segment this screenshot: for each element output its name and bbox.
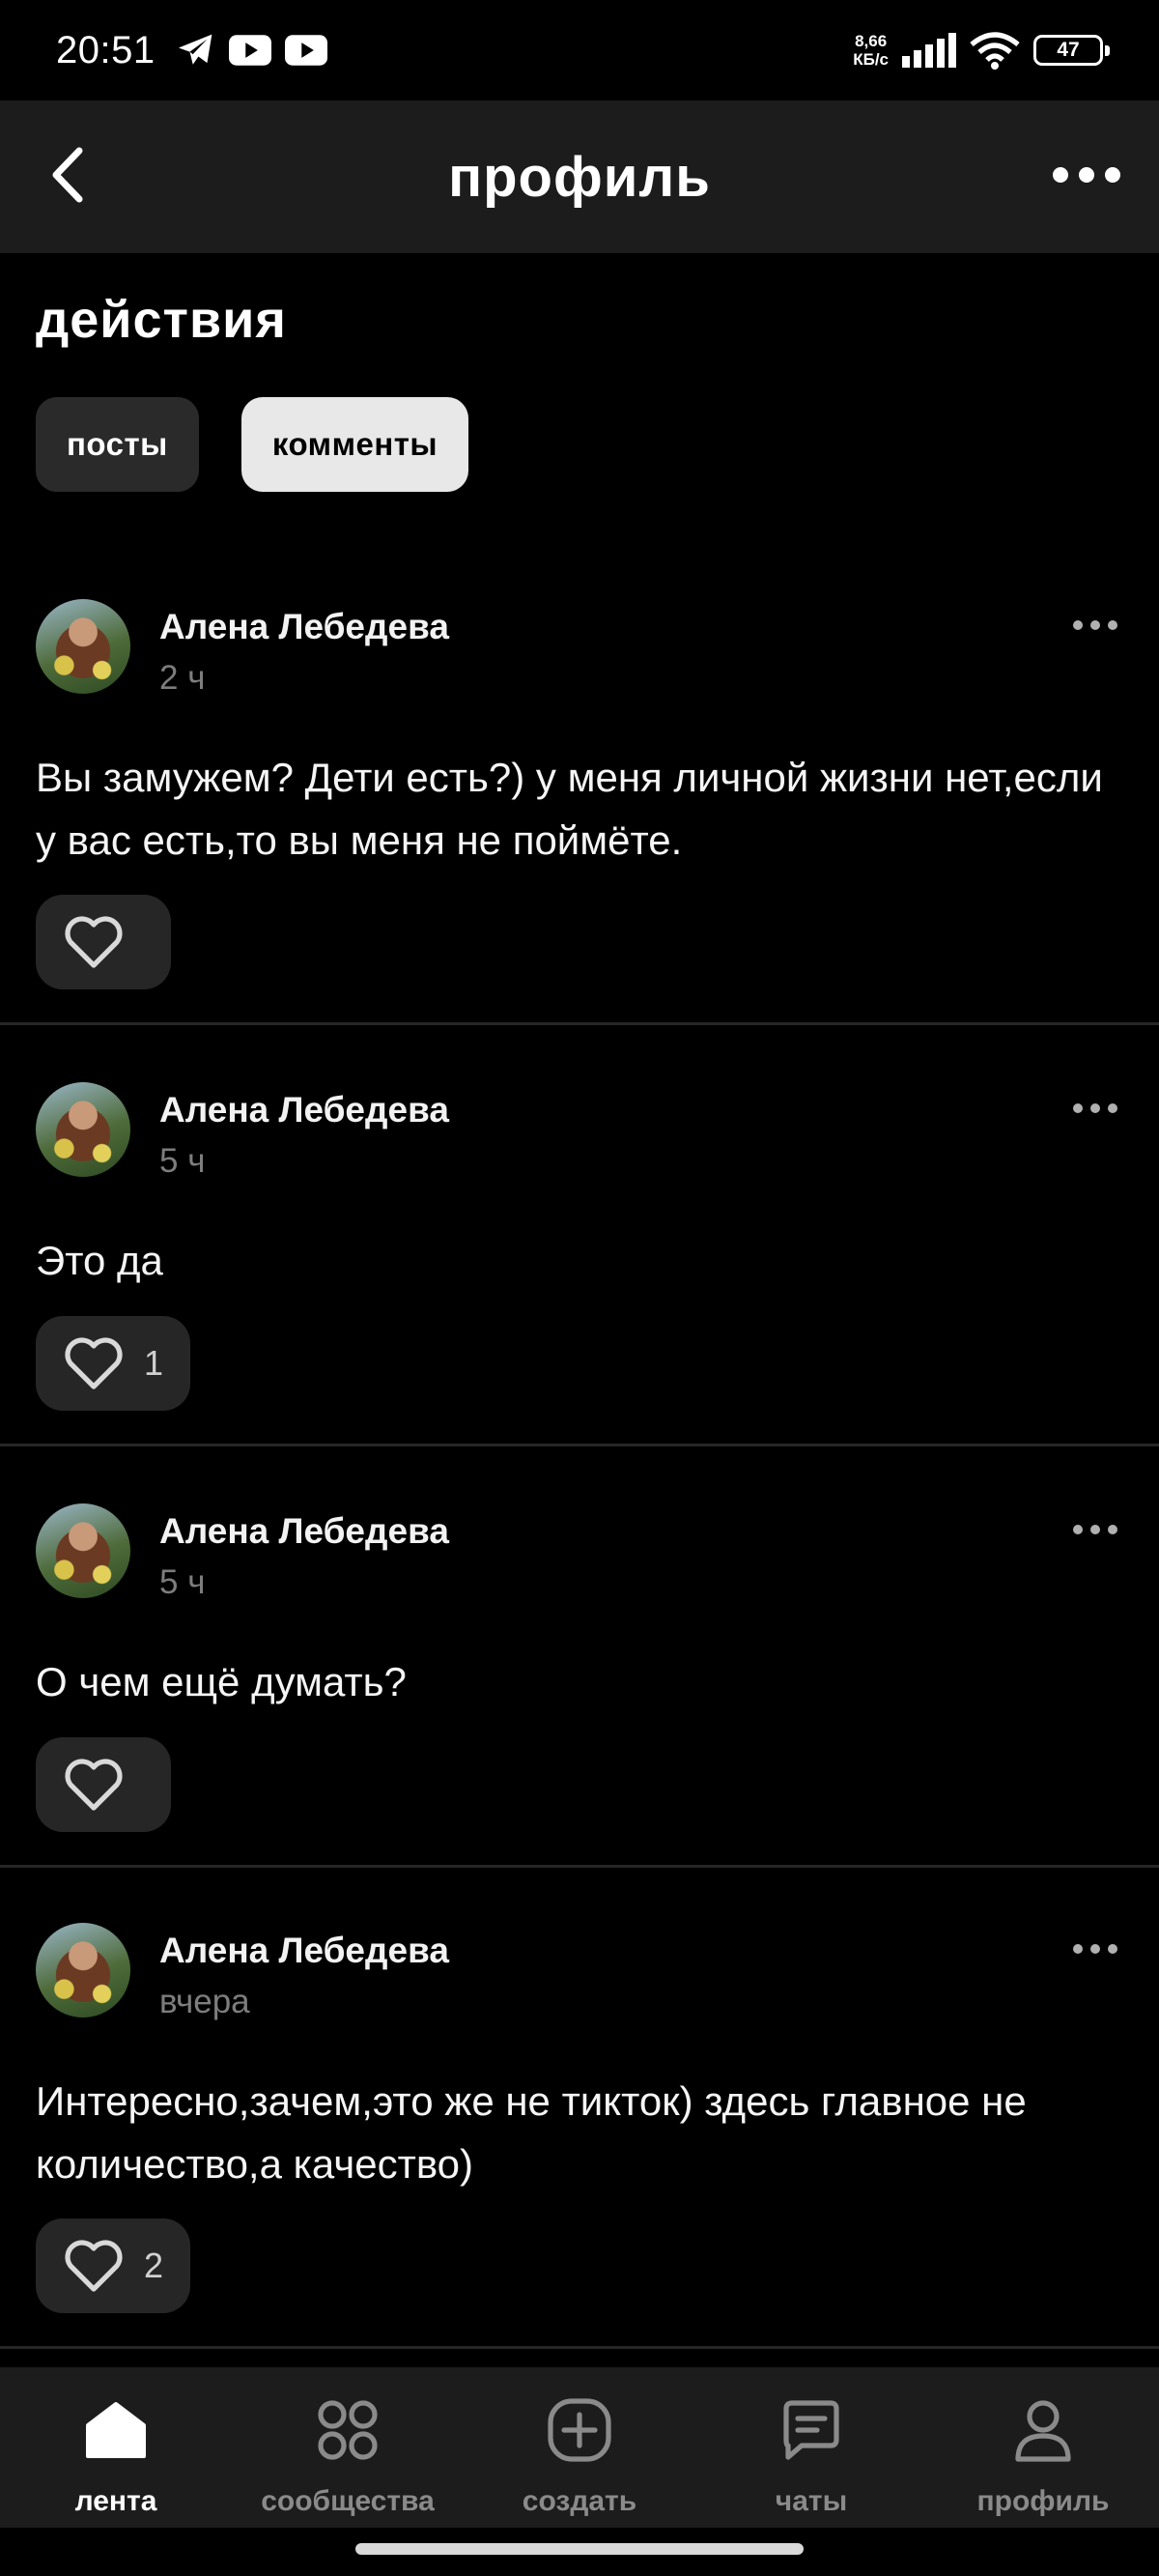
nav-item-communities[interactable]: сообщества bbox=[232, 2367, 464, 2528]
bottom-nav: лента сообщества создать чаты профиль bbox=[0, 2367, 1159, 2528]
divider bbox=[0, 1022, 1159, 1025]
comment-item: Алена Лебедева 5 ч О чем ещё думать? bbox=[0, 1503, 1159, 1871]
comment-menu-icon[interactable] bbox=[1066, 1515, 1124, 1544]
comment-menu-icon[interactable] bbox=[1066, 1934, 1124, 1963]
comment-author[interactable]: Алена Лебедева bbox=[159, 1931, 449, 1971]
like-count: 2 bbox=[144, 2246, 164, 2285]
home-icon bbox=[82, 2396, 150, 2464]
comment-item: Алена Лебедева 2 ч Вы замужем? Дети есть… bbox=[0, 599, 1159, 1026]
network-speed: 8,66 КБ/с bbox=[853, 32, 889, 69]
comment-author[interactable]: Алена Лебедева bbox=[159, 1511, 449, 1552]
like-button[interactable]: 1 bbox=[36, 1316, 191, 1411]
plus-square-icon bbox=[546, 2396, 613, 2464]
comment-text: О чем ещё думать? bbox=[36, 1659, 407, 1704]
back-icon[interactable] bbox=[37, 141, 104, 209]
like-count: 1 bbox=[144, 1343, 164, 1383]
person-icon bbox=[1009, 2396, 1077, 2464]
youtube-icon bbox=[228, 35, 271, 66]
avatar[interactable] bbox=[36, 1503, 130, 1598]
telegram-icon bbox=[178, 34, 212, 65]
comment-time: вчера bbox=[159, 1983, 250, 2020]
comment-item: Алена Лебедева вчера Интересно,зачем,это… bbox=[0, 1923, 1159, 2350]
app-bar: профиль bbox=[0, 100, 1159, 253]
comment-text: Это да bbox=[36, 1238, 163, 1283]
comment-text: Вы замужем? Дети есть?) у меня личной жи… bbox=[36, 755, 1103, 863]
comment-item: Алена Лебедева 5 ч Это да 1 bbox=[0, 1082, 1159, 1449]
divider bbox=[0, 1444, 1159, 1446]
comment-menu-icon[interactable] bbox=[1066, 1094, 1124, 1123]
heart-icon bbox=[65, 1337, 123, 1389]
signal-icon bbox=[902, 33, 956, 68]
heart-icon bbox=[65, 916, 123, 968]
comment-author[interactable]: Алена Лебедева bbox=[159, 1090, 449, 1131]
comment-time: 2 ч bbox=[159, 659, 206, 697]
grid-icon bbox=[314, 2396, 382, 2464]
battery-indicator: 47 bbox=[1033, 35, 1110, 66]
like-button[interactable]: 2 bbox=[36, 2218, 191, 2313]
youtube-icon bbox=[284, 35, 327, 66]
nav-label: чаты bbox=[775, 2485, 848, 2517]
comment-text: Интересно,зачем,это же не тикток) здесь … bbox=[36, 2078, 1027, 2187]
nav-item-create[interactable]: создать bbox=[464, 2367, 695, 2528]
divider bbox=[0, 1865, 1159, 1868]
home-indicator[interactable] bbox=[355, 2543, 804, 2555]
more-options-icon[interactable] bbox=[1043, 151, 1130, 199]
wifi-icon bbox=[970, 32, 1020, 70]
nav-item-chats[interactable]: чаты bbox=[695, 2367, 927, 2528]
page-title: профиль bbox=[448, 145, 711, 209]
like-button[interactable] bbox=[36, 1737, 171, 1832]
avatar[interactable] bbox=[36, 1082, 130, 1177]
heart-icon bbox=[65, 2240, 123, 2292]
section-title: действия bbox=[36, 291, 287, 349]
divider bbox=[0, 2346, 1159, 2349]
heart-icon bbox=[65, 1759, 123, 1811]
avatar[interactable] bbox=[36, 599, 130, 694]
tab-comments[interactable]: комменты bbox=[240, 397, 469, 492]
status-time: 20:51 bbox=[56, 28, 155, 72]
comment-time: 5 ч bbox=[159, 1563, 206, 1601]
avatar[interactable] bbox=[36, 1923, 130, 2018]
comment-author[interactable]: Алена Лебедева bbox=[159, 607, 449, 647]
nav-label: лента bbox=[74, 2485, 157, 2517]
nav-item-feed[interactable]: лента bbox=[0, 2367, 232, 2528]
nav-label: сообщества bbox=[261, 2485, 435, 2517]
nav-item-profile[interactable]: профиль bbox=[927, 2367, 1159, 2528]
activity-tabs: посты комменты bbox=[36, 397, 469, 492]
status-bar: 20:51 8,66 КБ/с 47 bbox=[0, 0, 1159, 100]
tab-posts[interactable]: посты bbox=[36, 397, 199, 492]
chat-icon bbox=[777, 2396, 845, 2464]
comment-time: 5 ч bbox=[159, 1142, 206, 1180]
nav-label: создать bbox=[522, 2485, 637, 2517]
comment-menu-icon[interactable] bbox=[1066, 611, 1124, 640]
nav-label: профиль bbox=[976, 2485, 1110, 2517]
like-button[interactable] bbox=[36, 895, 171, 989]
